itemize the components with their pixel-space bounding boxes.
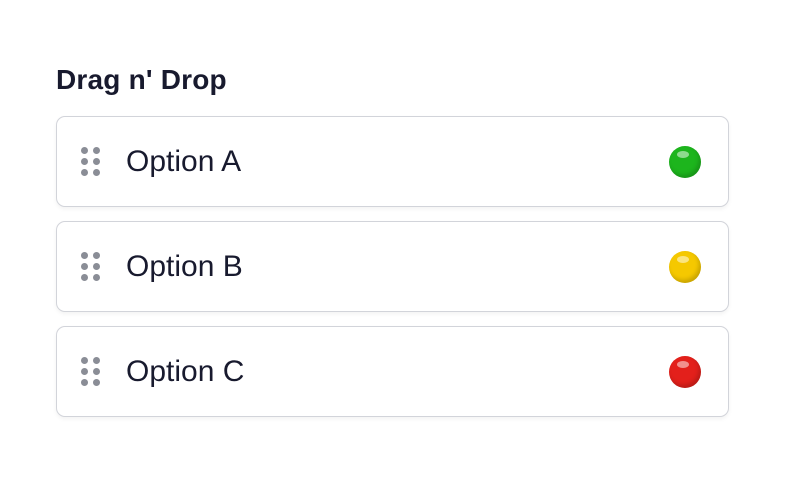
drag-handle-icon[interactable]	[81, 251, 101, 282]
status-indicator-icon	[669, 145, 701, 178]
item-label: Option B	[126, 249, 243, 283]
item-label: Option A	[126, 144, 242, 178]
drag-handle-icon[interactable]	[81, 146, 101, 177]
section-title: Drag n' Drop	[56, 64, 227, 95]
drag-drop-section: Drag n' Drop Option A Option B Option C	[56, 62, 729, 417]
status-indicator-icon	[669, 250, 701, 283]
status-indicator-icon	[669, 355, 701, 388]
list-item-option-c[interactable]: Option C	[56, 326, 729, 417]
list-item-option-b[interactable]: Option B	[56, 221, 729, 312]
drag-handle-icon[interactable]	[81, 356, 101, 387]
sortable-list: Option A Option B Option C	[56, 116, 729, 417]
item-label: Option C	[126, 354, 245, 388]
list-item-option-a[interactable]: Option A	[56, 116, 729, 207]
